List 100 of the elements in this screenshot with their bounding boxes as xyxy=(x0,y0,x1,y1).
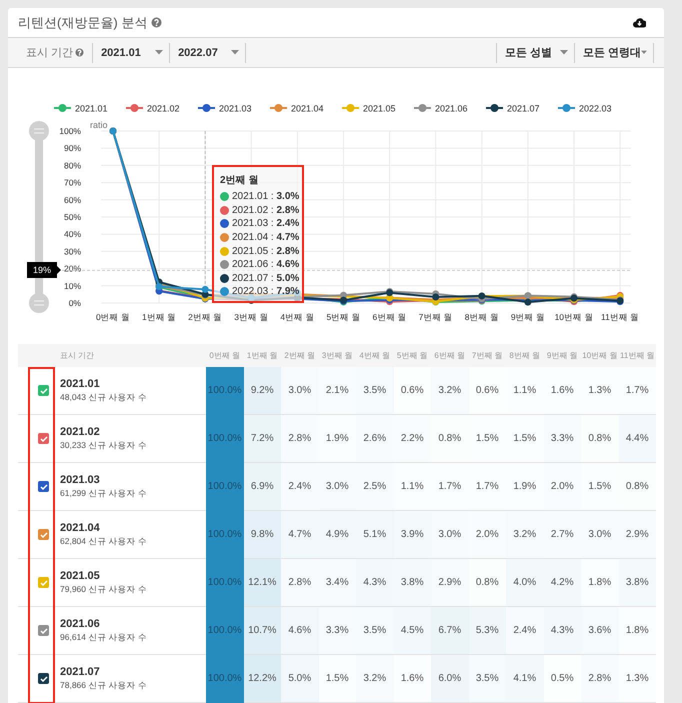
table-cell: 2.6% xyxy=(356,414,394,462)
table-cell: 4.0% xyxy=(506,558,544,606)
cohort-period: 2021.06 xyxy=(60,618,101,630)
tooltip-value: 2021.06 : 4.6% xyxy=(232,259,300,270)
table-cell: 3.8% xyxy=(618,558,656,606)
column-header: 1번째 월 xyxy=(244,344,281,367)
y-axis-label: 10% xyxy=(64,280,81,291)
table-cell: 0.8% xyxy=(431,414,468,462)
y-axis-label: 60% xyxy=(64,194,81,205)
legend-item: 2021.01 xyxy=(54,104,108,114)
x-axis-label: 8번째 월 xyxy=(464,312,499,322)
table-cell: 2.2% xyxy=(394,414,431,462)
table-cell: 0.8% xyxy=(581,414,618,462)
column-header: 11번째 월 xyxy=(618,344,656,367)
table-cell: 3.4% xyxy=(318,558,356,606)
table-cell: 3.5% xyxy=(468,654,506,702)
column-header: 4번째 월 xyxy=(356,344,394,367)
table-cell: 4.3% xyxy=(544,606,581,654)
table-cell: 5.3% xyxy=(468,606,506,654)
new-user-count: 62,804 신규 사용자 수 xyxy=(60,536,148,548)
table-cell: 2.8% xyxy=(581,654,618,702)
table-cell: 1.3% xyxy=(581,367,618,414)
table-cell: 3.3% xyxy=(544,414,581,462)
legend-label: 2022.03 xyxy=(579,104,612,114)
new-user-count: 78,866 신규 사용자 수 xyxy=(60,680,148,692)
table-cell: 4.7% xyxy=(281,510,318,558)
y-axis-label: 90% xyxy=(64,143,81,154)
table-cell: 2.0% xyxy=(544,462,581,510)
x-axis-label: 6번째 월 xyxy=(372,312,407,322)
column-header: 3번째 월 xyxy=(318,344,356,367)
x-axis-label: 4번째 월 xyxy=(280,312,314,322)
legend-item: 2021.04 xyxy=(270,104,324,114)
column-header: 10번째 월 xyxy=(581,344,618,367)
table-cell: 1.9% xyxy=(506,462,544,510)
cohort-period: 2021.04 xyxy=(60,522,101,534)
table-cell: 4.5% xyxy=(394,606,431,654)
legend-item: 2022.03 xyxy=(558,104,612,114)
x-axis-label: 10번째 월 xyxy=(554,312,594,322)
legend-label: 2021.01 xyxy=(75,104,108,114)
table-cell: 1.6% xyxy=(394,654,431,702)
table-cell: 3.0% xyxy=(431,510,468,558)
table-cell: 3.5% xyxy=(356,606,394,654)
table-cell: 3.0% xyxy=(281,367,318,414)
table-cell: 4.1% xyxy=(506,654,544,702)
legend-label: 2021.06 xyxy=(435,104,468,114)
legend-item: 2021.02 xyxy=(126,104,180,114)
tooltip-value: 2022.03 : 7.9% xyxy=(232,286,300,298)
table-cell: 2.4% xyxy=(281,462,318,510)
table-cell: 1.7% xyxy=(618,367,656,414)
table-cell: 6.0% xyxy=(431,654,468,702)
x-axis-label: 1번째 월 xyxy=(142,312,176,322)
table-cell: 3.9% xyxy=(394,510,431,558)
table-cell: 1.8% xyxy=(618,606,656,654)
table-cell: 10.7% xyxy=(244,606,281,654)
table-cell: 4.9% xyxy=(318,510,356,558)
period-label: 표시 기간 xyxy=(26,46,74,60)
table-cell: 1.7% xyxy=(468,462,506,510)
x-axis-label: 3번째 월 xyxy=(234,312,268,322)
table-cell: 1.5% xyxy=(468,414,506,462)
tooltip-value: 2021.04 : 4.7% xyxy=(232,232,300,244)
tooltip-title: 2번째 월 xyxy=(220,174,260,187)
x-axis-label: 7번째 월 xyxy=(418,312,453,322)
tooltip-value: 2021.07 : 5.0% xyxy=(232,272,300,284)
x-axis-label: 11번째 월 xyxy=(601,312,640,322)
table-cell: 3.8% xyxy=(394,558,431,606)
table-cell: 1.6% xyxy=(544,367,581,414)
legend-item: 2021.06 xyxy=(414,104,468,114)
tooltip-value: 2021.02 : 2.8% xyxy=(232,204,300,216)
table-cell: 0.8% xyxy=(618,462,656,510)
y-axis-label: 70% xyxy=(64,178,81,188)
tooltip-value: 2021.03 : 2.4% xyxy=(232,218,300,230)
y-axis-label: 0% xyxy=(68,298,81,308)
table-cell: 6.9% xyxy=(244,462,281,510)
table-cell: 1.3% xyxy=(618,654,656,702)
column-header: 8번째 월 xyxy=(506,344,544,367)
table-cell: 3.2% xyxy=(356,654,394,702)
column-header: 0번째 월 xyxy=(206,344,244,367)
table-cell: 100.0% xyxy=(206,558,244,606)
table-cell: 7.2% xyxy=(244,414,281,462)
table-cell: 3.2% xyxy=(431,367,468,414)
new-user-count: 48,043 신규 사용자 수 xyxy=(60,392,148,404)
table-cell: 0.6% xyxy=(468,367,506,414)
y-axis-label: 20% xyxy=(64,264,81,274)
table-cell: 3.0% xyxy=(581,510,618,558)
table-cell: 2.1% xyxy=(318,367,356,414)
table-cell: 3.6% xyxy=(581,606,618,654)
legend-item: 2021.03 xyxy=(198,104,252,114)
table-cell: 1.1% xyxy=(394,462,431,510)
table-cell: 5.1% xyxy=(356,510,394,558)
table-cell: 1.5% xyxy=(506,414,544,462)
table-cell: 1.7% xyxy=(431,462,468,510)
x-axis-label: 2번째 월 xyxy=(188,312,222,322)
x-axis-label: 5번째 월 xyxy=(326,312,361,322)
table-cell: 5.0% xyxy=(281,654,318,702)
cohort-period: 2021.01 xyxy=(60,378,101,390)
table-cell: 9.8% xyxy=(244,510,281,558)
table-cell: 9.2% xyxy=(244,367,281,414)
table-cell: 2.8% xyxy=(281,558,318,606)
cohort-period: 2021.07 xyxy=(60,666,101,678)
table-cell: 100.0% xyxy=(206,414,244,462)
